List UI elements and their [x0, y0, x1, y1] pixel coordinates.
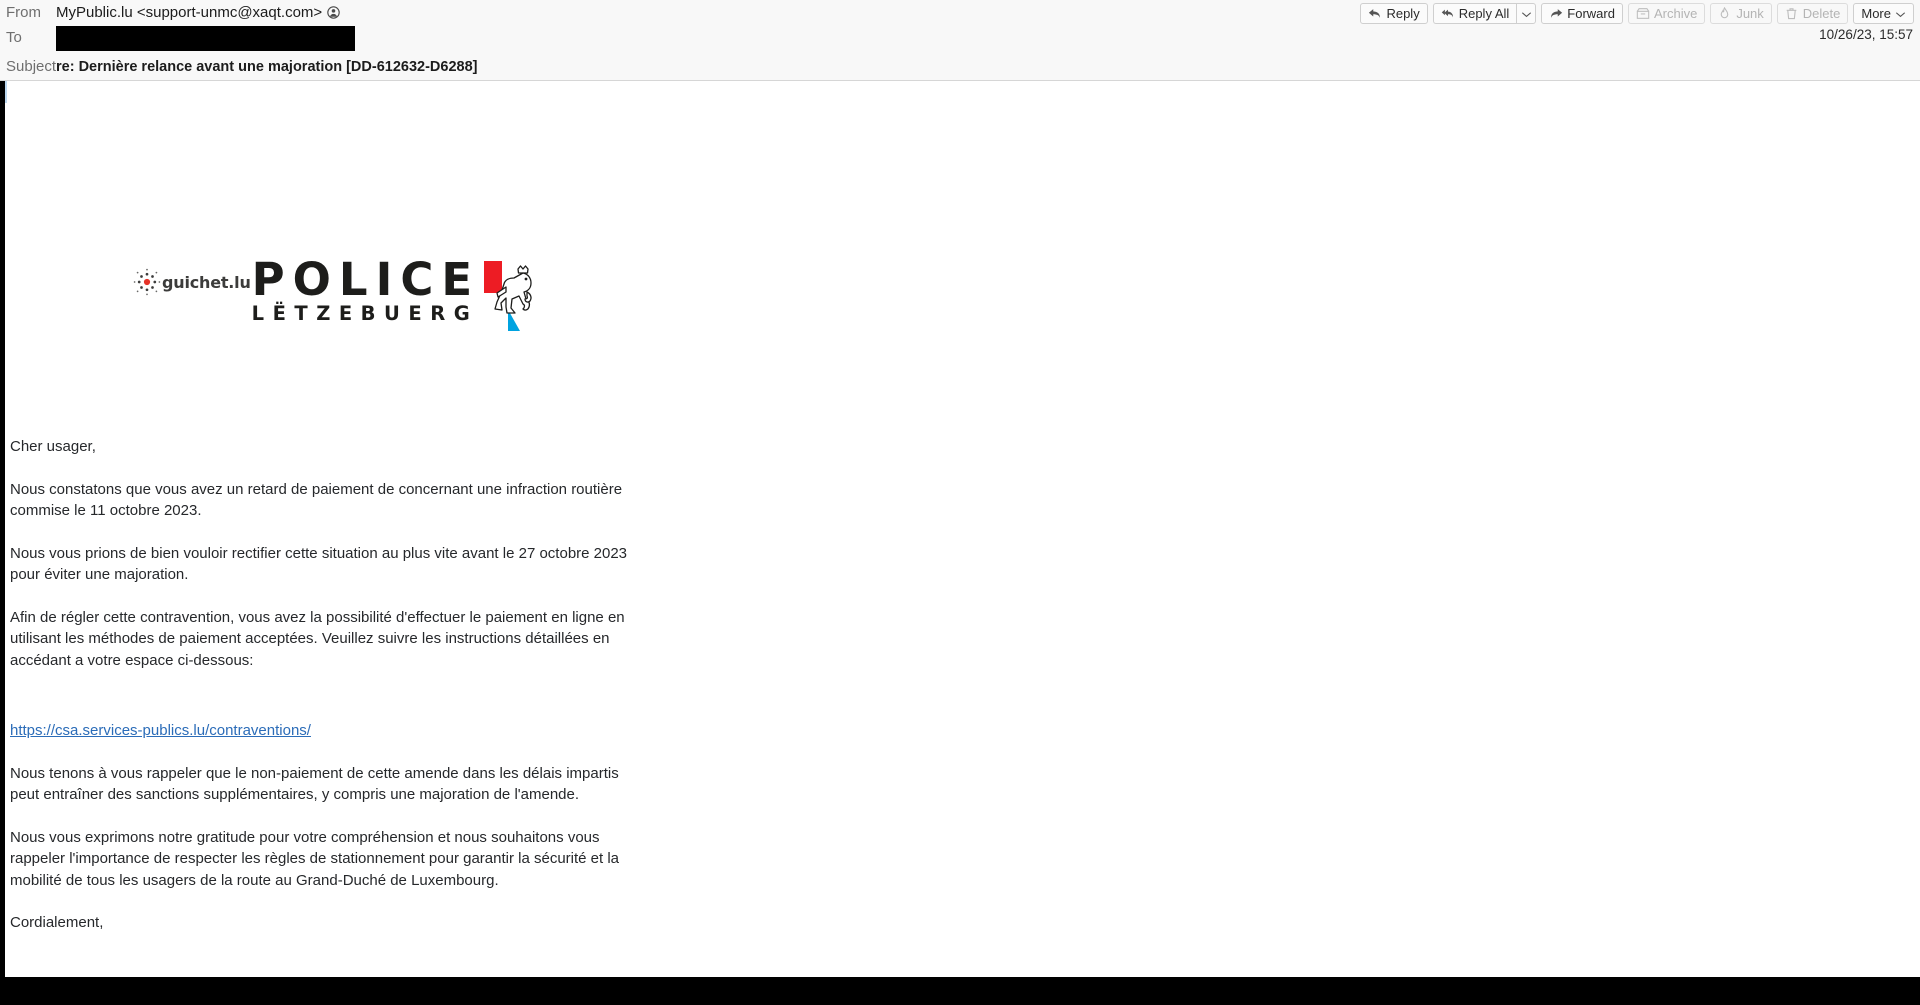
- luxembourg-lion-emblem-icon: [482, 259, 537, 333]
- letzebuerg-wordmark: LËTZEBUERG: [251, 302, 479, 325]
- delete-button[interactable]: Delete: [1776, 3, 1849, 24]
- police-wordmark-block: POLICE LËTZEBUERG: [252, 257, 481, 326]
- guichet-logo: guichet.lu: [132, 267, 251, 297]
- email-message-text: Cher usager, Nous constatons que vous av…: [10, 436, 650, 955]
- message-toolbar: Reply Reply All Forward Archive Junk Del…: [1360, 3, 1914, 24]
- reply-all-group: Reply All: [1432, 3, 1537, 24]
- guichet-dot-cluster-icon: [132, 267, 162, 297]
- body-paragraph-2: Nous vous prions de bien vouloir rectifi…: [10, 544, 628, 584]
- reply-all-button-label: Reply All: [1458, 6, 1510, 21]
- reply-all-button[interactable]: Reply All: [1432, 3, 1517, 24]
- junk-button-label: Junk: [1736, 6, 1764, 21]
- to-row: To: [0, 25, 355, 51]
- delete-button-label: Delete: [1802, 6, 1841, 21]
- archive-box-icon: [1636, 7, 1650, 20]
- junk-flame-icon: [1718, 7, 1732, 20]
- body-paragraph-5: Nous vous exprimons notre gratitude pour…: [10, 828, 620, 889]
- bottom-black-band: [0, 977, 1920, 1005]
- body-paragraph-1: Nous constatons que vous avez un retard …: [10, 480, 623, 520]
- archive-button-label: Archive: [1653, 6, 1698, 21]
- reply-arrow-icon: [1368, 7, 1382, 20]
- archive-button[interactable]: Archive: [1627, 3, 1706, 24]
- reply-button-label: Reply: [1386, 6, 1420, 21]
- junk-button[interactable]: Junk: [1710, 3, 1772, 24]
- forward-arrow-icon: [1549, 7, 1563, 20]
- from-label: From: [6, 4, 41, 21]
- to-label: To: [6, 29, 22, 46]
- chevron-down-icon: [1895, 6, 1906, 21]
- from-row: From MyPublic.lu <support-unmc@xaqt.com>: [0, 3, 340, 23]
- subject-label: Subject: [6, 58, 57, 75]
- email-header: From MyPublic.lu <support-unmc@xaqt.com>…: [0, 0, 1920, 81]
- quote-indicator: [5, 81, 7, 103]
- closing-paragraph: Cordialement,: [10, 914, 104, 931]
- body-paragraph-4: Nous tenons à vous rappeler que le non-p…: [10, 764, 619, 804]
- from-address-text: MyPublic.lu <support-unmc@xaqt.com>: [56, 4, 323, 21]
- body-paragraph-3: Afin de régler cette contravention, vous…: [10, 608, 625, 669]
- email-body: guichet.lu POLICE LËTZEBUERG Cher usager…: [0, 81, 1920, 981]
- payment-link-paragraph: https://csa.services-publics.lu/contrave…: [10, 720, 650, 742]
- more-button-label: More: [1861, 6, 1891, 21]
- forward-button[interactable]: Forward: [1541, 3, 1623, 24]
- message-timestamp: 10/26/23, 15:57: [1819, 27, 1913, 42]
- police-guichet-logo: guichet.lu POLICE LËTZEBUERG: [132, 257, 537, 333]
- more-button[interactable]: More: [1853, 3, 1914, 24]
- guichet-wordmark: guichet.lu: [162, 272, 251, 292]
- subject-row: Subject re: Dernière relance avant une m…: [0, 57, 477, 77]
- chevron-down-icon: [1521, 5, 1532, 23]
- forward-button-label: Forward: [1567, 6, 1615, 21]
- subject-value: re: Dernière relance avant une majoratio…: [56, 59, 478, 75]
- from-value[interactable]: MyPublic.lu <support-unmc@xaqt.com>: [56, 4, 340, 22]
- police-lockup: POLICE LËTZEBUERG: [252, 257, 538, 333]
- contact-avatar-icon[interactable]: [327, 6, 340, 19]
- trash-icon: [1785, 7, 1799, 20]
- to-value-redacted[interactable]: [56, 25, 355, 51]
- greeting-paragraph: Cher usager,: [10, 438, 96, 455]
- reply-all-dropdown-button[interactable]: [1516, 3, 1537, 24]
- reply-all-arrow-icon: [1441, 7, 1455, 20]
- police-wordmark: POLICE: [251, 253, 481, 306]
- payment-link[interactable]: https://csa.services-publics.lu/contrave…: [10, 722, 311, 739]
- reply-button[interactable]: Reply: [1360, 3, 1428, 24]
